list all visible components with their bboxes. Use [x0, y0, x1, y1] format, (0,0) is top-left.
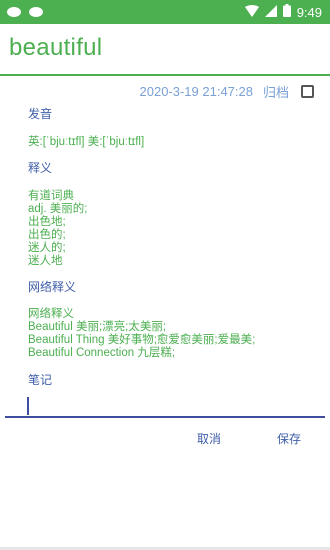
definition-line: 迷人地	[28, 255, 63, 267]
signal-icon	[264, 4, 277, 20]
text-cursor	[27, 397, 29, 415]
web-definition-line: Beautiful Connection 九层糕;	[28, 347, 176, 359]
entry-content: 发音 英:[ˈbjuːtɪfl] 美:[ˈbjuːtɪfl] 释义 有道词典 a…	[28, 108, 318, 388]
meta-row: 2020-3-19 21:47:28 归档	[139, 82, 314, 101]
definition-line: 出色的;	[28, 229, 66, 241]
app-bar: beautiful	[0, 24, 330, 76]
cloud-icon	[28, 5, 44, 18]
section-title-pronunciation: 发音	[28, 107, 53, 121]
web-definition-line: Beautiful Thing 美好事物;愈爱愈美丽;爱最美;	[28, 334, 256, 346]
definition-line: 有道词典	[28, 190, 74, 202]
page-title: beautiful	[9, 34, 103, 61]
status-bar: 9:49	[0, 0, 330, 24]
archive-label[interactable]: 归档	[263, 82, 289, 101]
pronunciation-text: 英:[ˈbjuːtɪfl] 美:[ˈbjuːtɪfl]	[28, 136, 145, 148]
save-button[interactable]: 保存	[277, 430, 301, 447]
archive-checkbox[interactable]	[301, 85, 314, 98]
web-definition-line: 网络释义	[28, 308, 74, 320]
definition-line: 迷人的;	[28, 242, 66, 254]
section-title-web-definition: 网络释义	[28, 280, 77, 294]
status-right-icons: 9:49	[244, 4, 322, 20]
definition-line: 出色地;	[28, 216, 66, 228]
status-left-icons	[6, 5, 44, 18]
status-time: 9:49	[296, 4, 322, 20]
cloud-icon	[6, 5, 22, 18]
battery-icon	[282, 4, 291, 20]
web-definition-line: Beautiful 美丽;漂亮;太美丽;	[28, 321, 167, 333]
section-title-notes: 笔记	[28, 373, 53, 387]
entry-datetime: 2020-3-19 21:47:28	[139, 84, 253, 99]
wifi-icon	[244, 4, 259, 20]
notes-input-caret-wrap	[5, 396, 325, 416]
section-title-definition: 释义	[28, 161, 53, 175]
definition-line: adj. 美丽的;	[28, 203, 88, 215]
cancel-button[interactable]: 取消	[197, 430, 221, 447]
